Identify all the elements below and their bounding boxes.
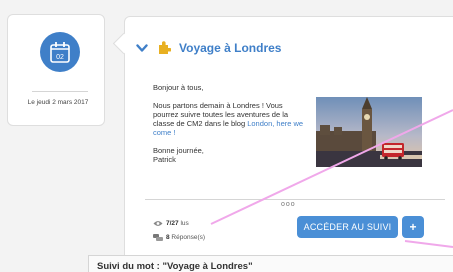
more-options-dots[interactable]: ooo [279, 201, 298, 208]
divider [32, 91, 88, 92]
add-button[interactable]: + [402, 216, 424, 238]
reads-label: lus [178, 220, 189, 227]
post-closing: Bonne journée, Patrick [153, 146, 309, 164]
london-photo [316, 97, 422, 167]
replies-label: Réponse(s) [169, 234, 206, 241]
reads-stat: 7/27 lus [153, 220, 189, 227]
tracking-panel: Suivi du mot : "Voyage à Londres" [88, 255, 453, 272]
access-tracking-button[interactable]: ACCÉDER AU SUIVI [297, 216, 398, 238]
puzzle-icon [159, 41, 171, 54]
post-message: Nous partons demain à Londres ! Vous pou… [153, 101, 309, 137]
author-name: Patrick [153, 155, 176, 164]
date-card: 02 Le jeudi 2 mars 2017 [7, 14, 105, 126]
divider [145, 199, 445, 200]
post-body: Bonjour à tous, Nous partons demain à Lo… [153, 83, 309, 173]
calendar-day-number: 02 [56, 54, 64, 61]
post-title[interactable]: Voyage à Londres [179, 41, 281, 55]
tracking-panel-title: Suivi du mot : "Voyage à Londres" [97, 261, 253, 272]
chevron-down-icon[interactable] [136, 44, 148, 53]
closing-line: Bonne journée, [153, 146, 204, 155]
reads-count: 7/27 [166, 220, 179, 227]
post-greeting: Bonjour à tous, [153, 83, 204, 92]
post-date: Le jeudi 2 mars 2017 [27, 99, 89, 106]
comments-icon [153, 234, 163, 241]
calendar-badge: 02 [40, 32, 80, 72]
replies-stat: 8 Réponse(s) [153, 234, 205, 241]
eye-icon [153, 221, 163, 226]
